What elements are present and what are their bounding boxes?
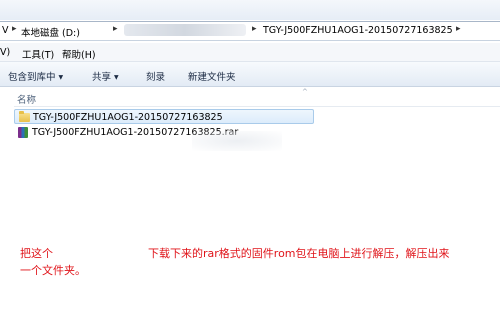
include-in-library-button[interactable]: 包含到库中 ▼ [8, 69, 63, 83]
breadcrumb-separator-icon[interactable]: ▸ [113, 24, 118, 34]
menu-tools[interactable]: 工具(T) [22, 47, 54, 61]
column-header-name[interactable]: 名称 ^ [14, 88, 500, 107]
blur-overlay [192, 131, 282, 151]
annotation-text-line1-left: 把这个 [20, 247, 53, 260]
folder-icon [19, 111, 30, 122]
rar-archive-icon [18, 127, 28, 138]
sort-ascending-icon: ^ [302, 88, 308, 96]
list-item[interactable]: TGY-J500FZHU1AOG1-20150727163825 [14, 109, 314, 124]
new-folder-button[interactable]: 新建文件夹 [188, 69, 236, 83]
menu-bar: V) 工具(T) 帮助(H) [0, 43, 500, 62]
breadcrumb-separator-icon[interactable]: ▸ [456, 24, 461, 34]
address-partial-label: V [2, 25, 9, 36]
breadcrumb-folder[interactable]: TGY-J500FZHU1AOG1-20150727163825 [263, 25, 453, 36]
burn-button[interactable]: 刻录 [146, 69, 165, 83]
breadcrumb-drive[interactable]: 本地磁盘 (D:) [21, 25, 80, 39]
chevron-down-icon: ▼ [114, 74, 119, 81]
breadcrumb-separator-icon[interactable]: ▸ [252, 24, 257, 34]
blurred-breadcrumb [124, 24, 246, 36]
menu-help[interactable]: 帮助(H) [62, 47, 96, 61]
breadcrumb-separator-icon[interactable]: ▸ [12, 24, 17, 34]
annotation-text-line2: 一个文件夹。 [20, 264, 86, 277]
command-toolbar: 包含到库中 ▼ 共享 ▼ 刻录 新建文件夹 [0, 62, 500, 87]
file-name: TGY-J500FZHU1AOG1-20150727163825 [33, 112, 223, 123]
menu-view[interactable]: V) [0, 47, 10, 58]
annotation-text-line1-right: 下载下来的rar格式的固件rom包在电脑上进行解压，解压出来 [148, 247, 450, 260]
column-label-name: 名称 [17, 95, 37, 106]
chevron-down-icon: ▼ [58, 74, 64, 81]
share-button[interactable]: 共享 ▼ [92, 69, 119, 83]
